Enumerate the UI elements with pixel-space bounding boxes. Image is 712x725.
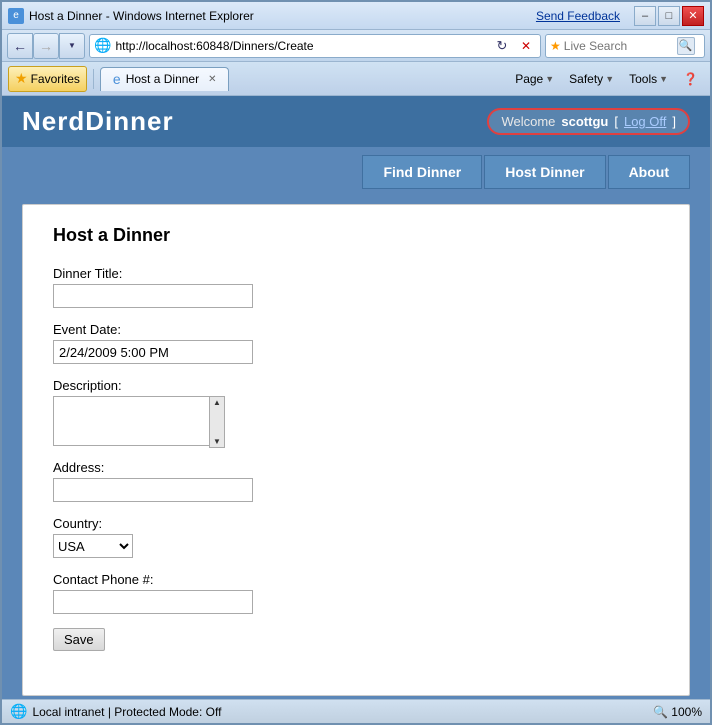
- scroll-down-arrow[interactable]: ▼: [213, 437, 221, 446]
- search-input[interactable]: [564, 39, 674, 53]
- back-button[interactable]: ←: [7, 33, 33, 59]
- country-label: Country:: [53, 516, 659, 531]
- safety-dropdown-icon: ▼: [605, 74, 614, 84]
- save-button[interactable]: Save: [53, 628, 105, 651]
- browser-content: NerdDinner Welcome scottgu [ Log Off ] F…: [2, 96, 710, 699]
- back-forward-group: ← → ▼: [7, 33, 85, 59]
- welcome-prefix: Welcome: [501, 114, 555, 129]
- host-dinner-tab[interactable]: Host Dinner: [484, 155, 605, 189]
- window-title: Host a Dinner - Windows Internet Explore…: [29, 9, 254, 23]
- toolbar-separator: [93, 69, 94, 89]
- safety-label: Safety: [569, 72, 603, 86]
- tools-dropdown-icon: ▼: [659, 74, 668, 84]
- tab-ie-icon: e: [113, 71, 121, 87]
- content-card: Host a Dinner Dinner Title: Event Date: …: [22, 204, 690, 696]
- zoom-icon: 🔍: [653, 705, 668, 719]
- ie-icon: e: [8, 8, 24, 24]
- content-area: NerdDinner Welcome scottgu [ Log Off ] F…: [2, 96, 710, 699]
- forward-button[interactable]: →: [33, 33, 59, 59]
- favorites-button[interactable]: ★ Favorites: [8, 66, 87, 92]
- active-tab-label: Host a Dinner: [126, 72, 199, 86]
- nav-dropdown-button[interactable]: ▼: [59, 33, 85, 59]
- nav-tabs: Find Dinner Host Dinner About: [2, 147, 710, 189]
- zoom-level: 🔍 100%: [653, 705, 702, 719]
- description-textarea-wrap: ▲ ▼: [53, 396, 225, 446]
- about-tab[interactable]: About: [608, 155, 690, 189]
- dinner-title-group: Dinner Title:: [53, 266, 659, 308]
- bracket-open: [: [614, 114, 618, 129]
- zone-icon: 🌐: [10, 703, 27, 720]
- page-title: Host a Dinner: [53, 225, 659, 246]
- address-input[interactable]: [115, 39, 488, 53]
- bracket-close: ]: [672, 114, 676, 129]
- live-search-icon: ★: [550, 39, 561, 53]
- title-bar: e Host a Dinner - Windows Internet Explo…: [2, 2, 710, 30]
- zoom-label: 100%: [671, 705, 702, 719]
- refresh-button[interactable]: ↻: [492, 36, 512, 56]
- dinner-title-input[interactable]: [53, 284, 253, 308]
- stop-button[interactable]: ✕: [516, 36, 536, 56]
- description-group: Description: ▲ ▼: [53, 378, 659, 446]
- site-title: NerdDinner: [22, 106, 174, 137]
- event-date-group: Event Date:: [53, 322, 659, 364]
- description-input[interactable]: [53, 396, 213, 446]
- contact-phone-label: Contact Phone #:: [53, 572, 659, 587]
- address-input-wrap: 🌐 ↻ ✕: [89, 34, 541, 58]
- search-go-button[interactable]: 🔍: [677, 37, 695, 55]
- maximize-button[interactable]: □: [658, 6, 680, 26]
- status-bar: 🌐 Local intranet | Protected Mode: Off 🔍…: [2, 699, 710, 723]
- contact-phone-group: Contact Phone #:: [53, 572, 659, 614]
- country-select-wrap: USA: [53, 534, 659, 558]
- browser-window: e Host a Dinner - Windows Internet Explo…: [0, 0, 712, 725]
- description-label: Description:: [53, 378, 659, 393]
- page-menu-button[interactable]: Page ▼: [509, 67, 560, 91]
- address-group: Address:: [53, 460, 659, 502]
- ie-logo-icon: 🌐: [94, 37, 111, 54]
- page-label: Page: [515, 72, 543, 86]
- favorites-label: Favorites: [31, 72, 80, 86]
- address-input[interactable]: [53, 478, 253, 502]
- event-date-input[interactable]: [53, 340, 253, 364]
- page-content: Host a Dinner Dinner Title: Event Date: …: [2, 189, 710, 699]
- site-header: NerdDinner Welcome scottgu [ Log Off ]: [2, 96, 710, 147]
- zone-label: Local intranet | Protected Mode: Off: [32, 705, 221, 719]
- close-button[interactable]: ✕: [682, 6, 704, 26]
- find-dinner-tab[interactable]: Find Dinner: [362, 155, 482, 189]
- status-left: 🌐 Local intranet | Protected Mode: Off: [10, 703, 221, 720]
- toolbar-right: Page ▼ Safety ▼ Tools ▼ ❓: [509, 67, 704, 91]
- address-label: Address:: [53, 460, 659, 475]
- save-group: Save: [53, 628, 659, 651]
- tools-menu-button[interactable]: Tools ▼: [623, 67, 674, 91]
- dinner-title-label: Dinner Title:: [53, 266, 659, 281]
- welcome-area: Welcome scottgu [ Log Off ]: [487, 108, 690, 135]
- country-group: Country: USA: [53, 516, 659, 558]
- contact-phone-input[interactable]: [53, 590, 253, 614]
- tab-close-button[interactable]: ✕: [208, 74, 216, 85]
- minimize-button[interactable]: –: [634, 6, 656, 26]
- safety-menu-button[interactable]: Safety ▼: [563, 67, 620, 91]
- description-scrollbar: ▲ ▼: [209, 396, 225, 448]
- username: scottgu: [561, 114, 608, 129]
- browser-tab-active[interactable]: e Host a Dinner ✕: [100, 67, 230, 91]
- scroll-up-arrow[interactable]: ▲: [213, 398, 221, 407]
- help-button[interactable]: ❓: [677, 67, 704, 91]
- page-dropdown-icon: ▼: [545, 74, 554, 84]
- tools-label: Tools: [629, 72, 657, 86]
- toolbar: ★ Favorites e Host a Dinner ✕ Page ▼ Saf…: [2, 62, 710, 96]
- event-date-label: Event Date:: [53, 322, 659, 337]
- window-controls: – □ ✕: [634, 6, 704, 26]
- country-select[interactable]: USA: [53, 534, 133, 558]
- search-bar: ★ 🔍: [545, 34, 705, 58]
- title-bar-left: e Host a Dinner - Windows Internet Explo…: [8, 8, 254, 24]
- star-icon: ★: [15, 70, 28, 87]
- address-bar: ← → ▼ 🌐 ↻ ✕ ★ 🔍: [2, 30, 710, 62]
- logoff-link[interactable]: Log Off: [624, 114, 666, 129]
- send-feedback-link[interactable]: Send Feedback: [536, 9, 620, 23]
